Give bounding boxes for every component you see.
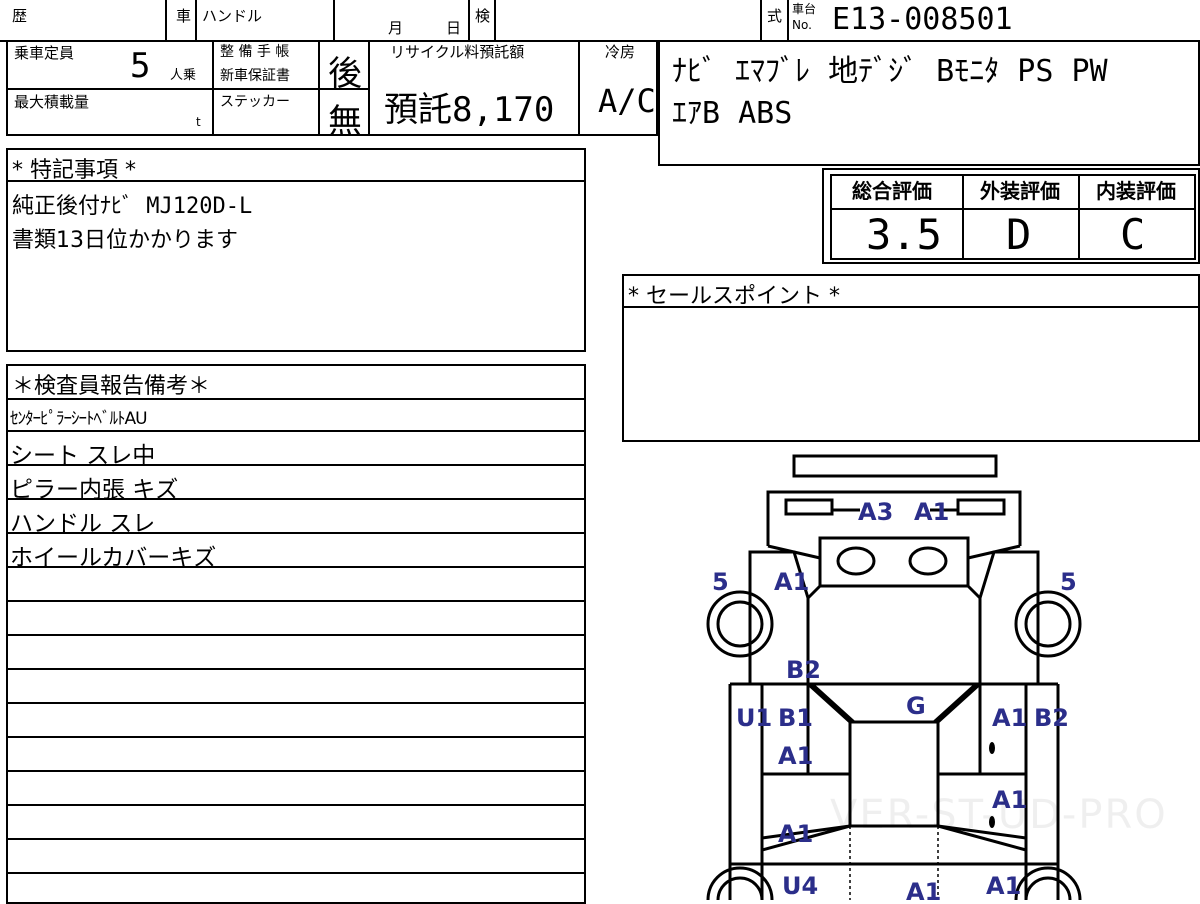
mark-left-door-a1: A1 (778, 742, 813, 770)
mark-windshield-g: G (906, 692, 926, 720)
inspector-note-line-1: ｾﾝﾀｰﾋﾟﾗｰｼｰﾄﾍﾞﾙﾄAU (10, 409, 148, 429)
headlight-left (836, 546, 876, 576)
handle-label: ハンドル (202, 7, 263, 25)
special-note-line-1: 純正後付ﾅﾋﾞ MJ120D-L (12, 194, 253, 219)
ken-label: 検 (475, 7, 491, 25)
maxload-unit: t (196, 115, 201, 129)
special-notes-title: * 特記事項 * (12, 158, 136, 183)
capacity-unit: 人乗 (170, 68, 197, 83)
equipment-line1: ﾅﾋﾞ ｴﾏﾌﾞﾚ 地ﾃﾞｼﾞ Bﾓﾆﾀ PS PW (672, 54, 1108, 89)
exterior-label: 外装評価 (980, 179, 1060, 203)
shiki-label: 式 (767, 7, 783, 25)
mark-front-a3: A3 (858, 498, 893, 526)
door-handle-right-front (989, 742, 995, 754)
interior-value: C (1120, 210, 1146, 259)
maint-label-2: 新車保証書 (220, 68, 290, 84)
month-label: 月 (388, 19, 404, 37)
mark-right-rear-a1: A1 (986, 872, 1021, 900)
inspector-notes-title: ＊検査員報告備考＊ (12, 374, 211, 399)
front-grille-right (956, 498, 1006, 516)
equipment-line2: ｴｱB ABS (672, 96, 793, 131)
maxload-label: 最大積載量 (14, 93, 90, 111)
aircon-label: 冷房 (605, 43, 636, 61)
watermark: VER-ST-UD-PRO (830, 792, 1168, 838)
mark-right-b2: B2 (1034, 704, 1069, 732)
sha-label: 車 (176, 7, 192, 25)
overall-value: 3.5 (866, 210, 942, 259)
mark-left-u1: U1 (736, 704, 772, 732)
sticker-value: 無 (328, 102, 362, 142)
headlight-right (908, 546, 948, 576)
shadai-label: 車台 (792, 2, 817, 16)
front-bumper (792, 454, 998, 478)
right-front-fender (978, 550, 1040, 686)
mark-left-tire: 5 (712, 568, 729, 596)
sticker-label: ステッカー (220, 94, 290, 110)
capacity-value: 5 (130, 46, 151, 86)
reki-label: 歴 (12, 7, 28, 25)
mark-rear-a1: A1 (906, 878, 941, 900)
day-label: 日 (446, 19, 462, 37)
capacity-label: 乗車定員 (14, 44, 75, 62)
maint-label-1: 整 備 手 帳 (220, 44, 290, 60)
sales-points-title: * セールスポイント * (628, 284, 840, 309)
chassis-number: E13-008501 (832, 2, 1013, 37)
mark-left-u4: U4 (782, 872, 818, 900)
exterior-value: D (1006, 210, 1032, 259)
mark-left-b1: B1 (778, 704, 813, 732)
no-label: No. (792, 18, 812, 32)
mark-front-a1: A1 (914, 498, 949, 526)
recycle-label: リサイクル料預託額 (390, 43, 525, 61)
mark-left-b2: B2 (786, 656, 821, 684)
special-note-line-2: 書類13日位かかります (12, 228, 238, 253)
interior-label: 内装評価 (1096, 179, 1176, 203)
mark-left-rear-door-a1: A1 (778, 820, 813, 848)
mark-right-a1: A1 (992, 704, 1027, 732)
aircon-value: A/C (598, 82, 656, 120)
mark-left-fender: A1 (774, 568, 809, 596)
recycle-value: 預託8,170 (384, 90, 555, 130)
overall-label: 総合評価 (852, 179, 932, 203)
front-grille-left (784, 498, 834, 516)
mark-right-tire: 5 (1060, 568, 1077, 596)
